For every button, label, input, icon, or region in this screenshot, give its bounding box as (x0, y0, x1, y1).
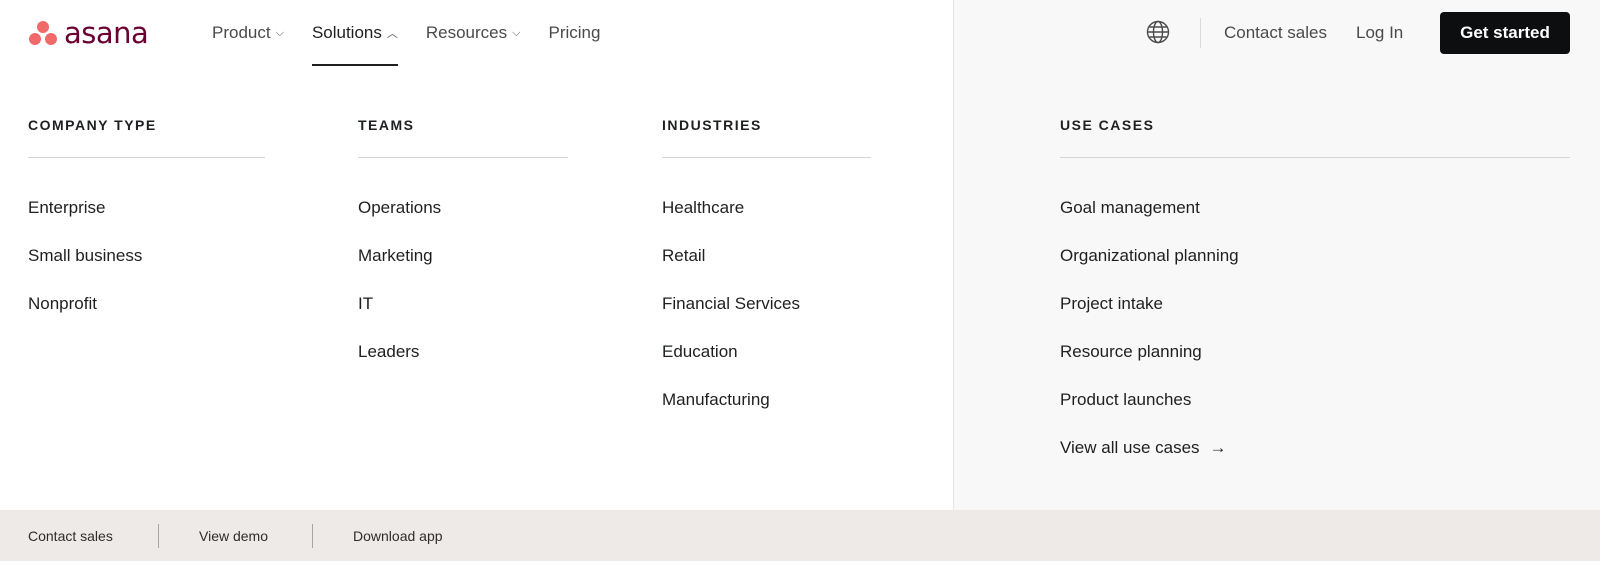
nav-item-label: Product (212, 23, 271, 42)
menu-link-organizational-planning[interactable]: Organizational planning (1060, 246, 1570, 294)
column-heading: INDUSTRIES (662, 117, 762, 133)
menu-link-operations[interactable]: Operations (358, 198, 568, 246)
menu-footer-bar: Contact sales View demo Download app (0, 510, 1600, 561)
view-all-use-cases-link[interactable]: View all use cases → (1060, 438, 1570, 486)
footer-divider (158, 524, 159, 548)
menu-link-it[interactable]: IT (358, 294, 568, 342)
nav-item-label: Solutions (311, 23, 382, 42)
column-divider (28, 157, 265, 158)
column-divider (1060, 157, 1570, 158)
menu-link-financial-services[interactable]: Financial Services (662, 294, 871, 342)
column-divider (358, 157, 568, 158)
menu-link-project-intake[interactable]: Project intake (1060, 294, 1570, 342)
globe-icon[interactable] (1146, 20, 1170, 44)
menu-link-product-launches[interactable]: Product launches (1060, 390, 1570, 438)
asana-logo-icon (28, 19, 58, 47)
menu-link-leaders[interactable]: Leaders (358, 342, 568, 390)
chevron-up-icon: ︿ (386, 28, 398, 40)
teams-column: TEAMS Operations Marketing IT Leaders (358, 117, 568, 390)
industries-column: INDUSTRIES Healthcare Retail Financial S… (662, 117, 871, 438)
company-type-list: Enterprise Small business Nonprofit (28, 198, 265, 342)
menu-link-education[interactable]: Education (662, 342, 871, 390)
menu-link-small-business[interactable]: Small business (28, 246, 265, 294)
company-type-column: COMPANY TYPE Enterprise Small business N… (28, 117, 265, 342)
use-cases-column: USE CASES Goal management Organizational… (1060, 117, 1570, 486)
nav-divider (1200, 18, 1201, 48)
footer-divider (312, 524, 313, 548)
nav-item-solutions[interactable]: Solutions ︿ (311, 0, 398, 66)
asana-wordmark: asana (64, 16, 149, 50)
nav-item-label: Pricing (548, 23, 601, 42)
nav-item-product[interactable]: Product ⌵ (212, 0, 284, 66)
footer-view-demo-link[interactable]: View demo (199, 510, 268, 561)
contact-sales-link[interactable]: Contact sales (1224, 0, 1327, 66)
nav-item-label: Resources (425, 23, 508, 42)
nav-item-pricing[interactable]: Pricing (548, 0, 600, 66)
log-in-link[interactable]: Log In (1356, 0, 1403, 66)
column-heading: COMPANY TYPE (28, 117, 157, 133)
menu-link-manufacturing[interactable]: Manufacturing (662, 390, 871, 438)
asana-logo[interactable]: asana (28, 16, 149, 50)
solutions-mega-menu-page: asana Product ⌵ Solutions ︿ Resources ⌵ … (0, 0, 1600, 561)
column-heading: USE CASES (1060, 117, 1155, 133)
industries-list: Healthcare Retail Financial Services Edu… (662, 198, 871, 438)
arrow-right-icon: → (1209, 438, 1227, 457)
menu-link-marketing[interactable]: Marketing (358, 246, 568, 294)
get-started-button[interactable]: Get started (1440, 12, 1570, 54)
menu-link-goal-management[interactable]: Goal management (1060, 198, 1570, 246)
menu-link-resource-planning[interactable]: Resource planning (1060, 342, 1570, 390)
column-heading: TEAMS (358, 117, 415, 133)
use-cases-list: Goal management Organizational planning … (1060, 198, 1570, 486)
view-all-label: View all use cases (1060, 438, 1200, 457)
chevron-down-icon: ⌵ (512, 26, 521, 39)
nav-item-resources[interactable]: Resources ⌵ (426, 0, 521, 66)
teams-list: Operations Marketing IT Leaders (358, 198, 568, 390)
footer-contact-sales-link[interactable]: Contact sales (28, 510, 113, 561)
footer-download-app-link[interactable]: Download app (353, 510, 443, 561)
menu-link-healthcare[interactable]: Healthcare (662, 198, 871, 246)
menu-link-enterprise[interactable]: Enterprise (28, 198, 265, 246)
menu-link-retail[interactable]: Retail (662, 246, 871, 294)
column-divider (662, 157, 871, 158)
menu-link-nonprofit[interactable]: Nonprofit (28, 294, 265, 342)
chevron-down-icon: ⌵ (275, 26, 284, 39)
main-nav: Product ⌵ Solutions ︿ Resources ⌵ Pricin… (212, 0, 628, 66)
